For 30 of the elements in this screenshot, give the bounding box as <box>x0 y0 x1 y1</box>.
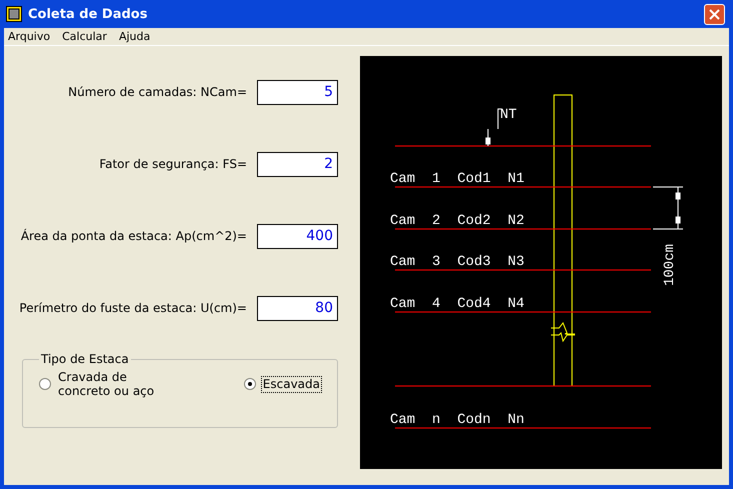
input-field[interactable]: 5 <box>257 80 338 104</box>
menu-item[interactable]: Calcular <box>62 30 107 43</box>
layer-label: Cam 4 Cod4 N4 <box>390 296 524 312</box>
close-button[interactable] <box>704 4 725 24</box>
radio-label[interactable]: Escavada <box>262 377 321 392</box>
dimension-line <box>652 186 684 230</box>
layer-label: Cam 1 Cod1 N1 <box>390 171 524 187</box>
radio-button[interactable] <box>244 378 256 390</box>
layer-label: Cam 3 Cod3 N3 <box>390 254 524 270</box>
field-label: Área da ponta da estaca: Ap(cm^2)= <box>20 229 247 243</box>
dimension-label: 100cm <box>662 244 678 286</box>
input-field[interactable]: 2 <box>257 152 338 176</box>
break-symbol-icon <box>550 322 576 342</box>
menu-item[interactable]: Arquivo <box>8 30 50 43</box>
close-icon <box>709 8 720 20</box>
layer-label: Cam n Codn Nn <box>390 412 524 428</box>
group-title: Tipo de Estaca <box>40 352 130 366</box>
ground-label: NT <box>500 107 517 123</box>
menu-item[interactable]: Ajuda <box>118 30 150 43</box>
window-title: Coleta de Dados <box>28 6 148 22</box>
input-field[interactable]: 80 <box>257 296 338 320</box>
field-label: Fator de segurança: FS= <box>99 157 247 171</box>
radio-button[interactable] <box>39 378 51 390</box>
field-label: Número de camadas: NCam= <box>68 85 247 99</box>
input-field[interactable]: 400 <box>257 224 338 248</box>
app-icon <box>6 6 22 22</box>
layer-label: Cam 2 Cod2 N2 <box>390 213 524 229</box>
radio-label[interactable]: Cravada de concreto ou aço <box>57 370 156 399</box>
field-label: Perímetro do fuste da estaca: U(cm)= <box>19 301 247 315</box>
ground-arrow-icon <box>486 108 502 146</box>
